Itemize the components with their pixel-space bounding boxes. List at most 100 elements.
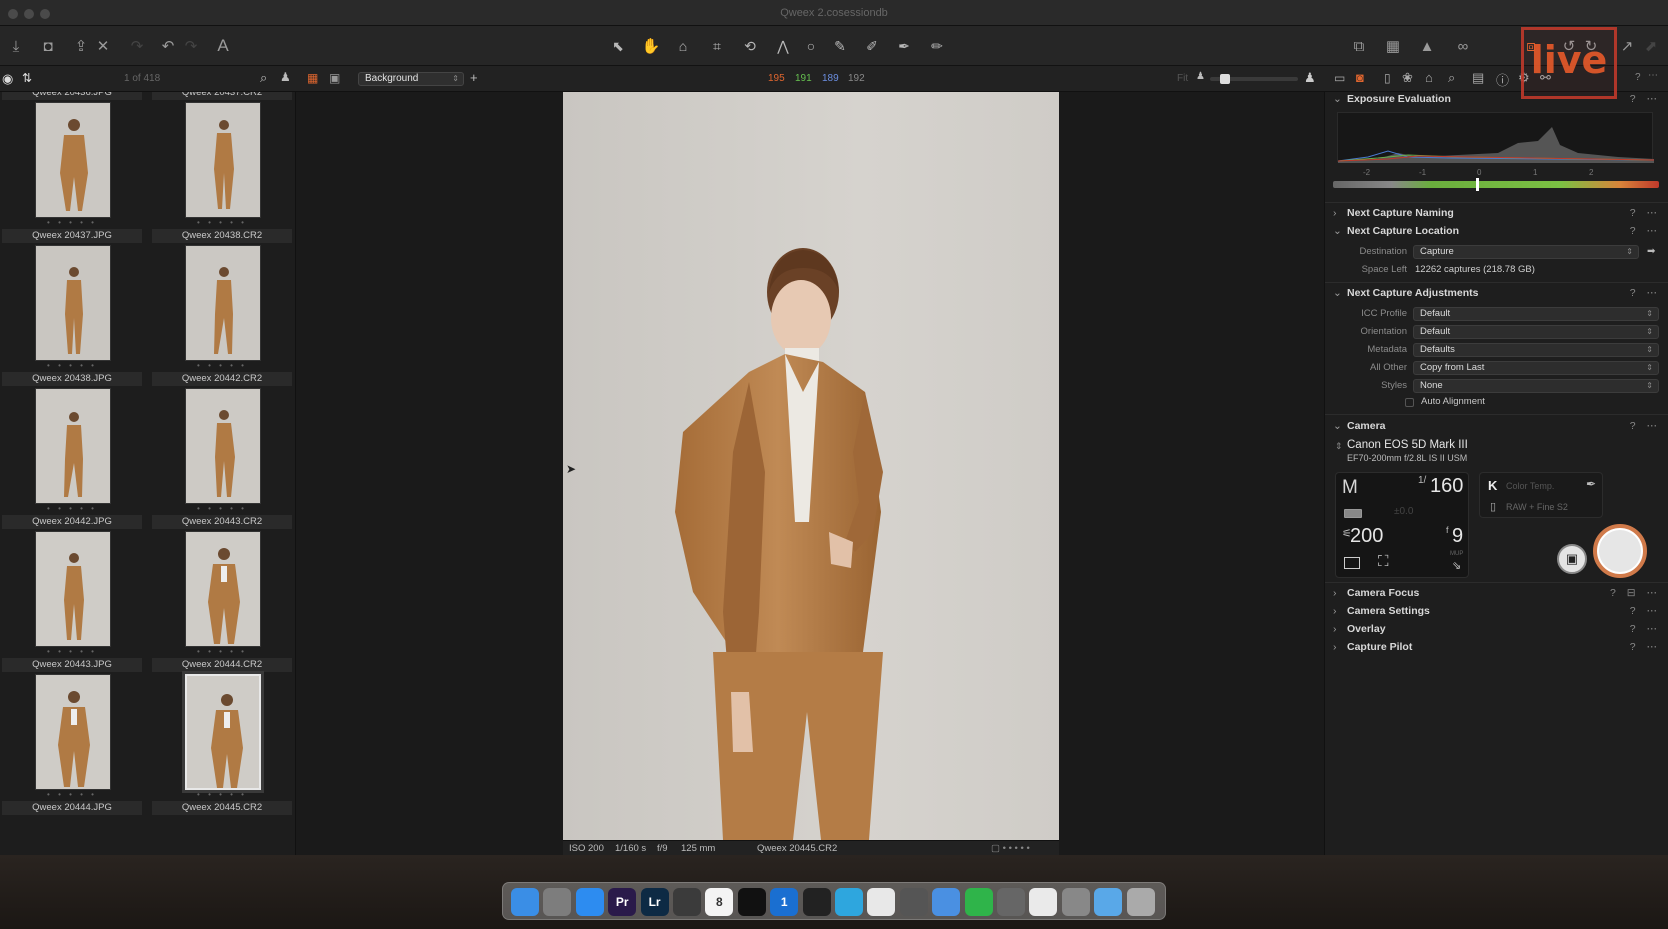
section-menu-icon[interactable]: ? ⋯ — [1630, 284, 1661, 302]
capture-shutter-button[interactable] — [1593, 524, 1647, 578]
rating-dots[interactable]: • • • • • — [152, 504, 292, 513]
utility-icon[interactable] — [1061, 888, 1090, 916]
section-menu-icon[interactable]: ? ⋯ — [1630, 620, 1661, 638]
grid-view-icon[interactable]: ▦ — [307, 71, 318, 85]
camera-select-icon[interactable]: ⇕ — [1335, 441, 1343, 452]
metadata-select[interactable]: Defaults ⇕ — [1413, 343, 1659, 357]
thumbnail-image[interactable] — [35, 245, 111, 361]
section-menu-icon[interactable]: ? ⊟ ⋯ — [1610, 584, 1661, 602]
trash-icon[interactable] — [1126, 888, 1155, 916]
search-icon[interactable]: ⌕ — [260, 70, 267, 86]
section-next-capture-naming[interactable]: › Next Capture Naming ? ⋯ — [1325, 204, 1668, 222]
rating-dots[interactable]: • • • • • — [2, 504, 142, 513]
tool-capture-icon[interactable]: ◙ — [1356, 70, 1364, 85]
lightroom-icon[interactable]: Lr — [640, 888, 669, 916]
text-icon[interactable]: A — [212, 35, 234, 57]
brush-icon[interactable]: ✎ — [829, 35, 851, 57]
numbers-icon[interactable] — [964, 888, 993, 916]
image-viewer[interactable]: ➤ ISO 200 1/160 s f/9 125 mm Qweex 20445… — [296, 92, 1324, 856]
app-store-icon[interactable] — [575, 888, 604, 916]
capture-format[interactable]: RAW + Fine S2 — [1506, 502, 1568, 512]
printer-icon[interactable] — [899, 888, 928, 916]
delete-icon[interactable]: ✕ — [92, 35, 114, 57]
tool-info-icon[interactable]: ⓘ — [1496, 70, 1509, 89]
finder-icon[interactable] — [511, 888, 539, 916]
redo-icon[interactable]: ↷ — [180, 35, 202, 57]
crop-icon[interactable]: ⌗ — [706, 35, 728, 57]
rating-dots[interactable]: • • • • • — [152, 647, 292, 656]
section-capture-pilot[interactable]: › Capture Pilot ? ⋯ — [1325, 638, 1668, 656]
arrow-right-icon[interactable]: ➡ — [1647, 244, 1655, 260]
rating-dots[interactable]: • • • • • — [152, 790, 292, 799]
cursor-alt-icon[interactable]: ⬈ — [1640, 35, 1662, 57]
tool-adjust-icon[interactable]: ▤ — [1472, 70, 1484, 86]
all-other-select[interactable]: Copy from Last ⇕ — [1413, 361, 1659, 375]
keynote-icon[interactable] — [932, 888, 961, 916]
system-prefs-icon[interactable] — [543, 888, 572, 916]
keystone-icon[interactable]: ⋀ — [772, 35, 794, 57]
thumbnail-image-selected[interactable] — [185, 674, 261, 790]
section-menu-icon[interactable]: ? ⋯ — [1630, 638, 1661, 656]
section-next-capture-adjustments[interactable]: ⌄ Next Capture Adjustments ? ⋯ — [1325, 284, 1668, 302]
section-menu-icon[interactable]: ? ⋯ — [1630, 602, 1661, 620]
rating-dots[interactable]: • • • • • — [2, 790, 142, 799]
folder-icon[interactable] — [1094, 888, 1123, 916]
compare-icon[interactable]: ⧉ — [1348, 35, 1370, 57]
import-icon[interactable]: ⤓ — [5, 35, 27, 57]
grid-icon[interactable]: ▦ — [1382, 35, 1404, 57]
thumbnail-image[interactable] — [185, 388, 261, 504]
af-frame-icon[interactable]: ⛶ — [1378, 553, 1389, 570]
zoom-slider[interactable] — [1210, 74, 1298, 84]
tool-exposure-icon[interactable]: ⌂ — [1425, 70, 1433, 85]
thumbnail-image[interactable] — [185, 531, 261, 647]
rating-dots[interactable]: • • • • • — [2, 647, 142, 656]
section-camera-focus[interactable]: › Camera Focus ? ⊟ ⋯ — [1325, 584, 1668, 602]
rating-dots[interactable]: • • • • • — [2, 361, 142, 370]
section-menu-icon[interactable]: ? ⋯ — [1630, 204, 1661, 222]
single-view-icon[interactable]: ▣ — [329, 71, 340, 85]
spot-icon[interactable]: ○ — [800, 35, 822, 57]
tool-help-icon[interactable]: ? — [1635, 72, 1641, 83]
cursor-icon[interactable]: ↗ — [1616, 35, 1638, 57]
section-next-capture-location[interactable]: ⌄ Next Capture Location ? ⋯ — [1325, 222, 1668, 240]
thumbnail-image[interactable] — [35, 674, 111, 790]
textedit-icon[interactable] — [1029, 888, 1058, 916]
add-icon[interactable]: + — [470, 70, 478, 85]
thumbnail-image[interactable] — [35, 102, 111, 218]
camera-icon[interactable]: ◘ — [37, 35, 59, 57]
camera-model[interactable]: Canon EOS 5D Mark III — [1347, 439, 1468, 451]
exposure-compensation[interactable]: ±0.0 — [1394, 506, 1413, 517]
warning-icon[interactable]: ▲ — [1416, 35, 1438, 57]
video-camera-button[interactable]: ▣ — [1557, 544, 1587, 574]
tool-folder-icon[interactable]: ▭ — [1334, 71, 1345, 85]
sort-icon[interactable]: ⇅ — [22, 71, 32, 85]
thumbnail-image[interactable] — [185, 245, 261, 361]
section-camera-settings[interactable]: › Camera Settings ? ⋯ — [1325, 602, 1668, 620]
camera-aperture[interactable]: 9 — [1452, 525, 1463, 548]
section-menu-icon[interactable]: ? ⋯ — [1630, 92, 1661, 108]
telegram-icon[interactable] — [835, 888, 863, 916]
pan-icon[interactable]: ✋ — [640, 35, 662, 57]
tool-lens-icon[interactable]: ▯ — [1384, 71, 1391, 85]
export-icon[interactable]: ⇪ — [70, 35, 92, 57]
person-icon[interactable]: ♟ — [280, 70, 291, 84]
section-overlay[interactable]: › Overlay ? ⋯ — [1325, 620, 1668, 638]
camera-app-icon[interactable] — [802, 888, 831, 916]
rating-dots[interactable]: • • • • • — [152, 218, 292, 227]
rating-dots[interactable]: • • • • • — [152, 361, 292, 370]
undo-icon[interactable]: ↶ — [157, 35, 179, 57]
thumbnail-image[interactable] — [35, 388, 111, 504]
icc-profile-select[interactable]: Default ⇕ — [1413, 307, 1659, 321]
pen-icon[interactable]: ✏ — [926, 35, 948, 57]
tool-color-icon[interactable]: ❀ — [1402, 70, 1413, 86]
eyedropper-icon[interactable]: ✒ — [1586, 477, 1596, 491]
chrome-icon[interactable] — [867, 888, 896, 916]
rotate-icon[interactable]: ⟲ — [739, 35, 761, 57]
section-menu-icon[interactable]: ? ⋯ — [1630, 222, 1661, 240]
premiere-icon[interactable]: Pr — [608, 888, 637, 916]
thumbnail-image[interactable] — [185, 102, 261, 218]
camera-mode[interactable]: M — [1342, 477, 1358, 499]
spotify-icon[interactable] — [737, 888, 766, 916]
tool-more-icon[interactable]: ⋯ — [1648, 70, 1658, 81]
styles-select[interactable]: None ⇕ — [1413, 379, 1659, 393]
